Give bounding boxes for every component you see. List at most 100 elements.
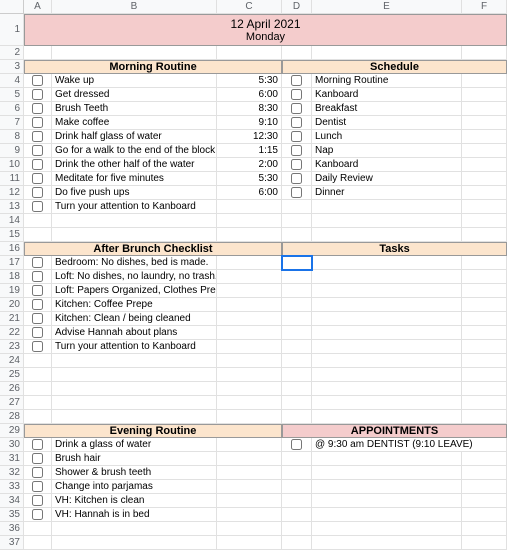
morning-time[interactable]: 1:15 xyxy=(217,144,282,158)
morning-item[interactable]: Do five push ups xyxy=(52,186,217,200)
checkbox-input[interactable] xyxy=(291,117,302,128)
cell[interactable] xyxy=(217,46,282,60)
checkbox-morning[interactable] xyxy=(24,130,52,144)
cell[interactable] xyxy=(282,508,312,522)
row-header-22[interactable]: 22 xyxy=(0,326,24,340)
cell[interactable] xyxy=(217,466,282,480)
morning-item[interactable]: Drink half glass of water xyxy=(52,130,217,144)
checkbox-input[interactable] xyxy=(32,285,43,296)
cell[interactable] xyxy=(312,312,462,326)
evening-item[interactable]: Brush hair xyxy=(52,452,217,466)
cell[interactable] xyxy=(312,326,462,340)
cell[interactable] xyxy=(462,508,507,522)
cell[interactable] xyxy=(312,480,462,494)
schedule-item[interactable]: Dinner xyxy=(312,186,462,200)
cell[interactable] xyxy=(312,284,462,298)
schedule-item[interactable]: Morning Routine xyxy=(312,74,462,88)
row-header-5[interactable]: 5 xyxy=(0,88,24,102)
cell[interactable] xyxy=(312,382,462,396)
row-header-13[interactable]: 13 xyxy=(0,200,24,214)
col-header-C[interactable]: C xyxy=(217,0,282,14)
cell[interactable] xyxy=(217,494,282,508)
cell[interactable] xyxy=(462,466,507,480)
cell[interactable] xyxy=(462,522,507,536)
checkbox-morning[interactable] xyxy=(24,186,52,200)
checkbox-evening[interactable] xyxy=(24,438,52,452)
cell[interactable] xyxy=(462,494,507,508)
checkbox-morning[interactable] xyxy=(24,74,52,88)
checkbox-afterbrunch[interactable] xyxy=(24,298,52,312)
schedule-item[interactable]: Daily Review xyxy=(312,172,462,186)
morning-time[interactable]: 6:00 xyxy=(217,186,282,200)
cell[interactable] xyxy=(312,214,462,228)
row-header-29[interactable]: 29 xyxy=(0,424,24,438)
morning-item[interactable]: Make coffee xyxy=(52,116,217,130)
checkbox-input[interactable] xyxy=(32,257,43,268)
cell[interactable] xyxy=(462,452,507,466)
cell[interactable] xyxy=(24,46,52,60)
cell[interactable] xyxy=(462,200,507,214)
cell[interactable] xyxy=(462,480,507,494)
evening-item[interactable]: Change into parjamas xyxy=(52,480,217,494)
cell[interactable] xyxy=(282,466,312,480)
row-header-12[interactable]: 12 xyxy=(0,186,24,200)
checkbox-input[interactable] xyxy=(32,327,43,338)
row-header-27[interactable]: 27 xyxy=(0,396,24,410)
morning-time[interactable]: 12:30 xyxy=(217,130,282,144)
cell[interactable] xyxy=(282,480,312,494)
morning-time[interactable]: 9:10 xyxy=(217,116,282,130)
row-header-4[interactable]: 4 xyxy=(0,74,24,88)
cell[interactable] xyxy=(462,102,507,116)
checkbox-evening[interactable] xyxy=(24,452,52,466)
schedule-item[interactable]: Breakfast xyxy=(312,102,462,116)
cell[interactable] xyxy=(462,88,507,102)
cell[interactable] xyxy=(462,396,507,410)
cell[interactable] xyxy=(462,74,507,88)
row-header-32[interactable]: 32 xyxy=(0,466,24,480)
checkbox-evening[interactable] xyxy=(24,494,52,508)
col-header-D[interactable]: D xyxy=(282,0,312,14)
evening-item[interactable]: VH: Hannah is in bed xyxy=(52,508,217,522)
cell[interactable] xyxy=(312,494,462,508)
row-header-35[interactable]: 35 xyxy=(0,508,24,522)
cell[interactable] xyxy=(462,172,507,186)
afterbrunch-item[interactable]: Turn your attention to Kanboard xyxy=(52,340,217,354)
cell[interactable] xyxy=(282,522,312,536)
checkbox-schedule[interactable] xyxy=(282,116,312,130)
afterbrunch-item[interactable]: Loft: Papers Organized, Clothes Preped xyxy=(52,284,217,298)
row-header-25[interactable]: 25 xyxy=(0,368,24,382)
checkbox-input[interactable] xyxy=(291,75,302,86)
cell[interactable] xyxy=(312,396,462,410)
row-header-20[interactable]: 20 xyxy=(0,298,24,312)
row-header-28[interactable]: 28 xyxy=(0,410,24,424)
cell[interactable] xyxy=(217,354,282,368)
cell[interactable] xyxy=(217,438,282,452)
cell[interactable] xyxy=(24,354,52,368)
checkbox-input[interactable] xyxy=(32,89,43,100)
cell[interactable] xyxy=(217,228,282,242)
cell[interactable] xyxy=(462,116,507,130)
cell[interactable] xyxy=(462,312,507,326)
cell[interactable] xyxy=(217,256,282,270)
checkbox-schedule[interactable] xyxy=(282,158,312,172)
checkbox-schedule[interactable] xyxy=(282,144,312,158)
cell[interactable] xyxy=(462,46,507,60)
cell[interactable] xyxy=(282,200,312,214)
checkbox-afterbrunch[interactable] xyxy=(24,312,52,326)
cell[interactable] xyxy=(217,298,282,312)
checkbox-input[interactable] xyxy=(32,187,43,198)
checkbox-morning[interactable] xyxy=(24,116,52,130)
row-header-2[interactable]: 2 xyxy=(0,46,24,60)
cell[interactable] xyxy=(312,522,462,536)
checkbox-input[interactable] xyxy=(291,89,302,100)
cell[interactable] xyxy=(312,508,462,522)
checkbox-morning[interactable] xyxy=(24,172,52,186)
cell[interactable] xyxy=(282,396,312,410)
cell[interactable] xyxy=(217,284,282,298)
row-header-1[interactable]: 1 xyxy=(0,14,24,46)
checkbox-input[interactable] xyxy=(32,131,43,142)
checkbox-appointment[interactable] xyxy=(282,438,312,452)
checkbox-input[interactable] xyxy=(32,103,43,114)
cell[interactable] xyxy=(282,340,312,354)
checkbox-input[interactable] xyxy=(32,173,43,184)
